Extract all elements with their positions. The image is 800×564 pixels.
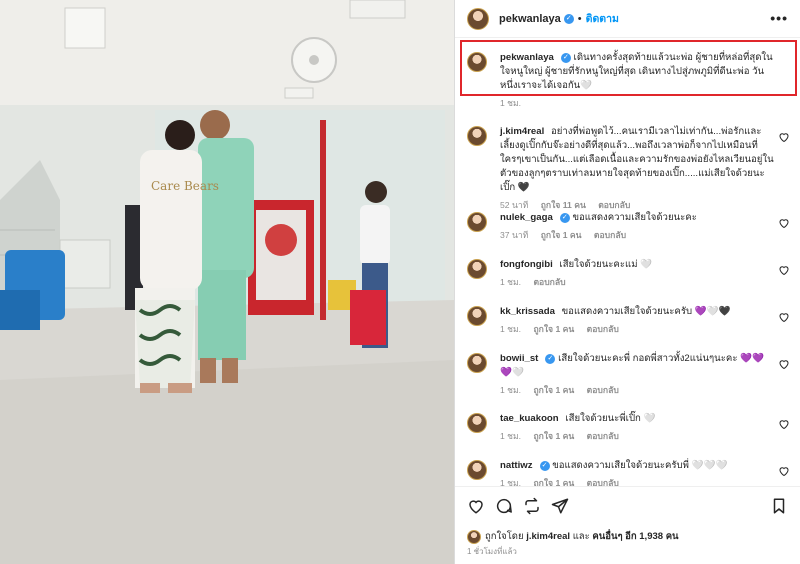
comment-item: j.kim4real อย่างที่พ่อพูดไว้...คนเรามีเว… bbox=[467, 125, 790, 212]
comment-likes-count[interactable]: ถูกใจ 1 คน bbox=[533, 324, 574, 334]
liked-by-others[interactable]: คนอื่นๆ อีก 1,938 คน bbox=[592, 529, 678, 544]
more-icon[interactable]: ••• bbox=[770, 10, 788, 26]
commenter-avatar[interactable] bbox=[467, 413, 487, 433]
heart-icon[interactable] bbox=[778, 311, 790, 323]
comment-item: nattiwz ✓ ขอแสดงความเสียใจด้วยนะครับพี่ 🤍… bbox=[467, 459, 790, 486]
author-username[interactable]: pekwanlaya bbox=[499, 13, 561, 25]
comment-text: เสียใจด้วยนะพี่เปิ๊ก 🤍 bbox=[565, 413, 656, 424]
comment-time: 1 ชม. bbox=[500, 277, 522, 287]
comment-time: 1 ชม. bbox=[500, 385, 522, 395]
comment-item: bowii_st ✓ เสียใจด้วยนะคะพี่ กอดพี่สาวทั้… bbox=[467, 352, 790, 397]
reply-button[interactable]: ตอบกลับ bbox=[587, 385, 619, 395]
comment-time: 1 ชม. bbox=[500, 324, 522, 334]
comment-username[interactable]: tae_kuakoon bbox=[500, 413, 559, 424]
comment-likes-count[interactable]: ถูกใจ 1 คน bbox=[533, 478, 574, 486]
heart-icon[interactable] bbox=[778, 358, 790, 370]
comment-time: 37 นาที bbox=[500, 230, 529, 240]
post-header: pekwanlaya ✓ • ติดตาม ••• bbox=[455, 0, 800, 38]
reply-button[interactable]: ตอบกลับ bbox=[594, 230, 626, 240]
comment-item: nulek_gaga ✓ ขอแสดงความเสียใจด้วยนะคะ 37 … bbox=[467, 211, 790, 242]
comment-username[interactable]: fongfongibi bbox=[500, 259, 553, 270]
comment-text: ขอแสดงความเสียใจด้วยนะคะ bbox=[572, 212, 697, 223]
share-icon[interactable] bbox=[551, 497, 569, 515]
commenter-avatar[interactable] bbox=[467, 353, 487, 373]
post-photo[interactable]: Care Bears bbox=[0, 0, 454, 564]
reply-button[interactable]: ตอบกลับ bbox=[587, 478, 619, 486]
liked-by-and: และ bbox=[572, 531, 590, 542]
verified-icon: ✓ bbox=[563, 13, 574, 24]
heart-icon[interactable] bbox=[778, 217, 790, 229]
comment-text: ขอแสดงความเสียใจด้วยนะครับพี่ 🤍🤍🤍 bbox=[552, 460, 728, 471]
liked-by-prefix: ถูกใจโดย bbox=[485, 531, 524, 542]
comment-text: ขอแสดงความเสียใจด้วยนะครับ 💜🤍🖤 bbox=[561, 306, 731, 317]
commenter-avatar[interactable] bbox=[467, 259, 487, 279]
heart-icon[interactable] bbox=[778, 465, 790, 477]
verified-icon: ✓ bbox=[545, 353, 556, 364]
verified-icon: ✓ bbox=[559, 212, 570, 223]
liked-by-line: ถูกใจโดย j.kim4real และ คนอื่นๆ อีก 1,93… bbox=[467, 529, 679, 544]
comment-username[interactable]: nulek_gaga bbox=[500, 212, 553, 223]
comment-username[interactable]: kk_krissada bbox=[500, 306, 555, 317]
comment-likes-count[interactable]: ถูกใจ 1 คน bbox=[541, 230, 582, 240]
commenter-avatar[interactable] bbox=[467, 212, 487, 232]
heart-icon[interactable] bbox=[467, 497, 485, 515]
heart-icon[interactable] bbox=[778, 131, 790, 143]
bookmark-icon[interactable] bbox=[770, 497, 788, 515]
shirt-print: Care Bears bbox=[151, 179, 219, 193]
hospital-scene-illustration: Care Bears bbox=[0, 0, 454, 564]
commenter-avatar[interactable] bbox=[467, 460, 487, 480]
post-action-bar bbox=[455, 486, 800, 520]
comment-time: 1 ชม. bbox=[500, 478, 522, 486]
comment-time: 1 ชม. bbox=[500, 431, 522, 441]
comment-likes-count[interactable]: ถูกใจ 11 คน bbox=[541, 200, 586, 210]
heart-icon[interactable] bbox=[778, 418, 790, 430]
reply-button[interactable]: ตอบกลับ bbox=[598, 200, 630, 210]
comment-text: เสียใจด้วยนะคะพี่ กอดพี่สาวทั้ง2แน่นๆนะค… bbox=[500, 353, 765, 378]
comment-item: fongfongibi เสียใจด้วยนะคะแม่ 🤍 1 ชม. ตอ… bbox=[467, 258, 790, 289]
liked-by-user[interactable]: j.kim4real bbox=[526, 531, 570, 542]
post-details-panel: pekwanlaya ✓ • ติดตาม ••• pekwanlaya ✓ เด… bbox=[454, 0, 800, 564]
reply-button[interactable]: ตอบกลับ bbox=[533, 277, 565, 287]
heart-icon[interactable] bbox=[778, 264, 790, 276]
repost-icon[interactable] bbox=[523, 497, 541, 515]
comment-item: tae_kuakoon เสียใจด้วยนะพี่เปิ๊ก 🤍 1 ชม.… bbox=[467, 412, 790, 443]
reply-button[interactable]: ตอบกลับ bbox=[587, 324, 619, 334]
caption-avatar[interactable] bbox=[467, 52, 487, 72]
comment-username[interactable]: bowii_st bbox=[500, 353, 538, 364]
follow-button[interactable]: ติดตาม bbox=[586, 10, 619, 27]
commenter-avatar[interactable] bbox=[467, 126, 487, 146]
reply-button[interactable]: ตอบกลับ bbox=[587, 431, 619, 441]
comment-time: 52 นาที bbox=[500, 200, 529, 210]
commenter-avatar[interactable] bbox=[467, 306, 487, 326]
verified-icon: ✓ bbox=[539, 460, 550, 471]
comment-username[interactable]: j.kim4real bbox=[500, 126, 544, 137]
comments-list[interactable]: pekwanlaya ✓ เดินทางครั้งสุดท้ายแล้วนะพ่อ… bbox=[455, 39, 800, 486]
comment-icon[interactable] bbox=[495, 497, 513, 515]
comment-item: kk_krissada ขอแสดงความเสียใจด้วยนะครับ 💜… bbox=[467, 305, 790, 336]
caption-time: 1 ชม. bbox=[500, 98, 522, 108]
header-separator: • bbox=[577, 12, 582, 25]
author-avatar[interactable] bbox=[467, 7, 489, 30]
verified-icon: ✓ bbox=[560, 52, 571, 63]
comment-text: เสียใจด้วยนะคะแม่ 🤍 bbox=[559, 259, 653, 270]
caption-username[interactable]: pekwanlaya bbox=[500, 52, 554, 63]
post-timestamp[interactable]: 1 ชั่วโมงที่แล้ว bbox=[467, 545, 517, 558]
comment-username[interactable]: nattiwz bbox=[500, 460, 533, 471]
comment-likes-count[interactable]: ถูกใจ 1 คน bbox=[533, 385, 574, 395]
liker-avatar[interactable] bbox=[467, 529, 481, 544]
caption: pekwanlaya ✓ เดินทางครั้งสุดท้ายแล้วนะพ่อ… bbox=[467, 51, 790, 110]
comment-likes-count[interactable]: ถูกใจ 1 คน bbox=[533, 431, 574, 441]
